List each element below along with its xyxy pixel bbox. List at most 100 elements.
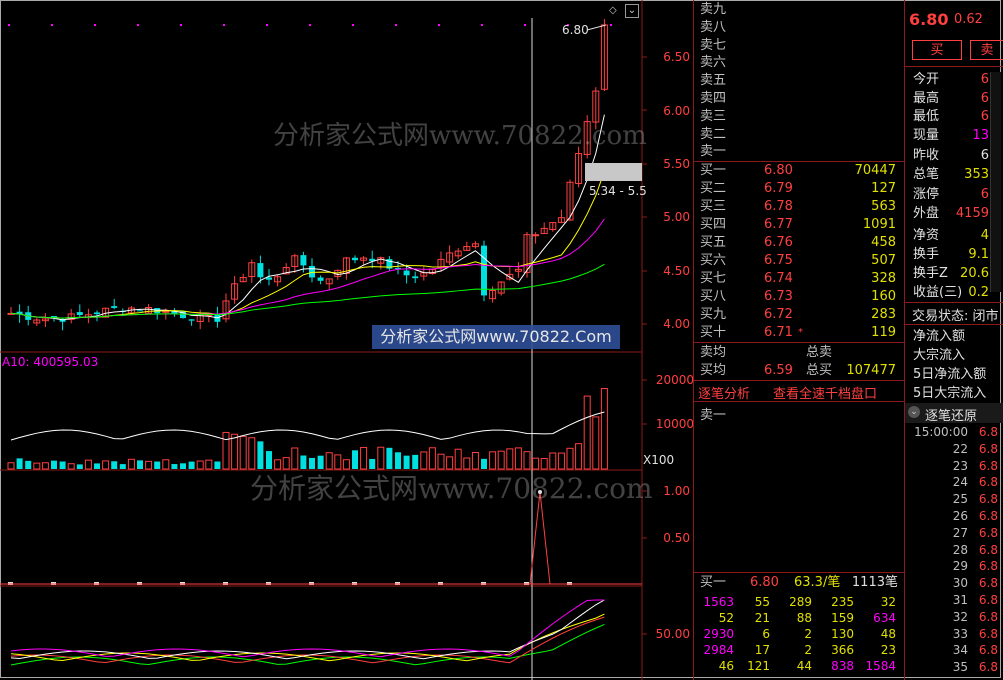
- candle-body: [188, 319, 195, 321]
- tick-price: 6.8: [978, 626, 998, 641]
- stat-label: 今开: [913, 72, 940, 87]
- sell-level-row[interactable]: 卖一: [694, 143, 904, 161]
- buy-level-label: 买五: [700, 235, 727, 250]
- buy-level-row[interactable]: 买五 6.76 458: [694, 234, 904, 252]
- volume-bar: [592, 416, 600, 470]
- range-label: 5.34 - 5.5: [589, 184, 647, 198]
- sell-level-row[interactable]: 卖六: [694, 54, 904, 72]
- sell-button[interactable]: 卖: [970, 40, 1003, 60]
- stat-value: 9.1: [968, 247, 989, 262]
- tick-time: 27: [952, 525, 968, 540]
- sell-level-row[interactable]: 卖二: [694, 126, 904, 144]
- queue-cell: 46: [718, 659, 734, 673]
- total-sell-label: 总卖: [806, 345, 833, 360]
- volume-bar: [180, 463, 186, 469]
- sell-level-row[interactable]: 卖四: [694, 90, 904, 108]
- tick-time: 26: [952, 509, 968, 523]
- ind1-tick-label: 1.00: [663, 484, 690, 498]
- candle-body: [137, 310, 143, 312]
- volume-bar: [257, 441, 264, 469]
- tick-row: 22 6.8: [912, 441, 1002, 458]
- buy-button[interactable]: 买: [912, 40, 962, 60]
- buy-level-volume: 119: [871, 325, 896, 340]
- sell-level-row[interactable]: 卖五: [694, 72, 904, 90]
- tick-time: 34: [952, 643, 968, 658]
- queue-cell: 2930: [703, 627, 734, 641]
- buy-avg-row: 买均 6.59 总买 107477: [694, 362, 904, 380]
- total-buy-label: 总买: [806, 363, 833, 378]
- scrollbar[interactable]: [990, 72, 1001, 292]
- tick-row: 26 6.8: [912, 508, 1002, 525]
- flow-row[interactable]: 5日大宗流入: [911, 385, 1003, 403]
- buy-level-price: 6.79: [764, 181, 793, 196]
- buy-level-row[interactable]: 买四 6.77 1091: [694, 216, 904, 234]
- tick-row: 32 6.8: [912, 609, 1002, 626]
- queue-cell: 52: [718, 611, 734, 625]
- buy-level-volume: 70447: [854, 163, 896, 178]
- diamond-icon[interactable]: ◇: [609, 5, 619, 16]
- tab-full-depth[interactable]: 查看全速千档盘口: [773, 383, 877, 402]
- callout-arrow: [586, 24, 607, 31]
- marker-dot: [309, 24, 311, 26]
- queue-cell: 88: [796, 611, 812, 625]
- buy-level-row[interactable]: 买八 6.73 160: [694, 288, 904, 306]
- sell-level-row[interactable]: 卖八: [694, 19, 904, 37]
- crosshair-price-box: [585, 163, 642, 181]
- candle-body: [317, 277, 324, 281]
- divider: [694, 572, 904, 573]
- volume-bar: [111, 461, 118, 469]
- sell-level-row[interactable]: 卖三: [694, 108, 904, 126]
- buy-level-row[interactable]: 买九 6.72 283: [694, 306, 904, 324]
- buy1-summary-label: 买一: [700, 575, 727, 590]
- buy-level-row[interactable]: 买一 6.80 70447: [694, 162, 904, 180]
- buy-level-row[interactable]: 买七 6.74 328: [694, 270, 904, 288]
- volume-bar: [16, 458, 23, 469]
- buy-level-row[interactable]: 买三 6.78 563: [694, 198, 904, 216]
- queue-cell: 121: [747, 659, 770, 673]
- buy-level-row[interactable]: 买六 6.75 507: [694, 252, 904, 270]
- sell-level-row[interactable]: 卖九: [694, 1, 904, 19]
- tick-row: 25 6.8: [912, 491, 1002, 508]
- candle-body: [111, 306, 118, 308]
- tick-price: 6.8: [978, 609, 998, 624]
- tick-row: 34 6.8: [912, 642, 1002, 659]
- volume-bar: [41, 462, 49, 470]
- volume-bar: [360, 446, 368, 470]
- sell-level-label: 卖八: [700, 19, 727, 35]
- sell-level-label: 卖九: [700, 2, 727, 17]
- tick-restore-header[interactable]: ⌄ 逐笔还原: [905, 403, 1003, 424]
- candle-body: [300, 255, 307, 266]
- sell-level-row[interactable]: 卖七: [694, 37, 904, 55]
- tick-price: 6.8: [978, 492, 998, 507]
- sell-level-label: 卖三: [700, 108, 727, 124]
- tick-row: 33 6.8: [912, 626, 1002, 643]
- chevron-down-icon[interactable]: ⌄: [908, 406, 920, 418]
- candle-body: [481, 245, 487, 296]
- queue-cell: 23: [880, 643, 896, 657]
- tick-price: 6.8: [978, 425, 998, 439]
- flow-row[interactable]: 5日净流入额: [911, 366, 1003, 384]
- tick-time: 15:00:00: [914, 425, 968, 439]
- stat-label: 最高: [913, 91, 940, 106]
- flow-row[interactable]: 净流入额: [911, 328, 1003, 346]
- current-price: 6.80: [909, 10, 949, 29]
- buy-level-price: 6.80: [764, 163, 793, 178]
- tick-row: 29 6.8: [912, 558, 1002, 575]
- buy-level-row[interactable]: 买二 6.79 127: [694, 180, 904, 198]
- tick-time: 28: [952, 542, 968, 557]
- marker-dot: [8, 24, 10, 26]
- collapse-icon[interactable]: ⌄: [625, 4, 639, 18]
- volume-bar: [377, 446, 385, 470]
- volume-bar: [145, 460, 153, 470]
- buy-level-volume: 127: [871, 181, 896, 196]
- volume-bar: [188, 461, 195, 469]
- buy-level-row[interactable]: 买十 6.71 119 *: [694, 324, 904, 342]
- tick-time: 24: [952, 475, 968, 490]
- tab-tick-analysis[interactable]: 逐笔分析: [698, 383, 750, 402]
- buy-level-volume: 563: [871, 199, 896, 214]
- stat-label: 换手Z: [913, 266, 948, 281]
- flow-row[interactable]: 大宗流入: [911, 347, 1003, 365]
- tick-price: 6.8: [978, 660, 998, 675]
- divider: [694, 401, 904, 402]
- volume-bar: [239, 435, 247, 470]
